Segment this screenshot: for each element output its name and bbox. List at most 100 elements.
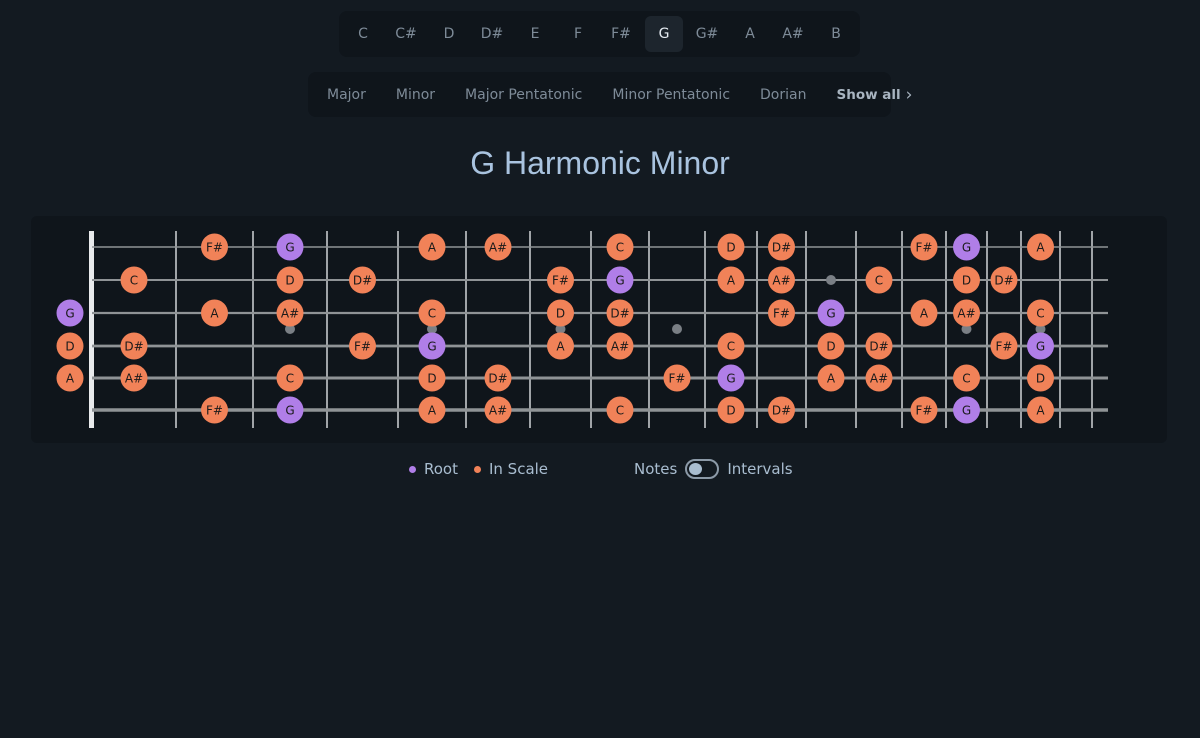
key-button[interactable]: D# (473, 16, 511, 52)
scale-note[interactable]: A# (484, 396, 512, 424)
key-button[interactable]: D (430, 16, 468, 52)
scale-note[interactable]: C (1027, 299, 1054, 327)
root-note[interactable]: G (953, 396, 980, 424)
scale-note[interactable]: A# (768, 266, 795, 294)
note-label: G (285, 404, 294, 418)
scale-note[interactable]: D (717, 233, 745, 261)
scale-button[interactable]: Major (312, 77, 381, 113)
note-label: D# (772, 404, 791, 418)
scale-note[interactable]: A (547, 332, 574, 360)
scale-note[interactable]: D# (865, 332, 893, 360)
scale-note[interactable]: F# (910, 396, 938, 424)
scale-note[interactable]: A (910, 299, 938, 327)
note-label: C (428, 307, 436, 321)
scale-note[interactable]: A (418, 396, 446, 424)
scale-note[interactable]: F# (910, 233, 938, 261)
scale-note[interactable]: A (418, 233, 446, 261)
scale-note[interactable]: F# (349, 332, 376, 360)
fretboard: F# G A A# C D D# F# G A C D D# F# G A A# C D D# G A A# C D D# F# G A… (56, 231, 1108, 428)
key-button[interactable]: E (516, 16, 554, 52)
root-note[interactable]: G (606, 266, 634, 294)
key-button[interactable]: C (344, 16, 382, 52)
scale-note[interactable]: D (56, 332, 84, 360)
scale-button[interactable]: Minor (381, 77, 450, 113)
key-button[interactable]: A# (774, 16, 812, 52)
scale-note[interactable]: D (717, 396, 745, 424)
key-button[interactable]: B (817, 16, 855, 52)
key-button[interactable]: A (731, 16, 769, 52)
root-note[interactable]: G (817, 299, 845, 327)
note-label: A (428, 241, 437, 255)
key-button[interactable]: F# (602, 16, 640, 52)
root-note[interactable]: G (717, 364, 745, 392)
scale-note[interactable]: C (606, 233, 634, 261)
scale-note[interactable]: D# (606, 299, 634, 327)
scale-note[interactable]: C (953, 364, 980, 392)
scale-note[interactable]: A (201, 299, 228, 327)
scale-note[interactable]: D# (768, 233, 795, 261)
note-label: D# (610, 307, 629, 321)
scale-button[interactable]: Dorian (745, 77, 821, 113)
scale-note[interactable]: A (1027, 396, 1054, 424)
note-label: A# (489, 404, 507, 418)
scale-note[interactable]: C (717, 332, 745, 360)
root-note[interactable]: G (276, 396, 304, 424)
show-all-label: Show all (836, 86, 901, 103)
scale-note[interactable]: C (120, 266, 148, 294)
scale-note[interactable]: D# (349, 266, 376, 294)
note-label: A (727, 274, 736, 288)
scale-note[interactable]: F# (201, 233, 228, 261)
note-label: D (285, 274, 294, 288)
key-selector: C C# D D# E F F# G G# A A# B (339, 11, 860, 57)
scale-note[interactable]: D (547, 299, 574, 327)
scale-note[interactable]: F# (663, 364, 691, 392)
scale-note[interactable]: A# (120, 364, 148, 392)
scale-note[interactable]: D (953, 266, 980, 294)
note-label: D (1036, 372, 1045, 386)
scale-note[interactable]: D# (990, 266, 1018, 294)
root-note[interactable]: G (1027, 332, 1054, 360)
scale-note[interactable]: F# (547, 266, 574, 294)
note-label: C (286, 372, 294, 386)
note-label: G (285, 241, 294, 255)
scale-note[interactable]: D (817, 332, 845, 360)
scale-note[interactable]: C (865, 266, 893, 294)
scale-note[interactable]: A (817, 364, 845, 392)
scale-note[interactable]: C (418, 299, 446, 327)
scale-note[interactable]: F# (768, 299, 795, 327)
scale-note[interactable]: D (418, 364, 446, 392)
root-note[interactable]: G (418, 332, 446, 360)
scale-note[interactable]: D# (484, 364, 512, 392)
scale-button[interactable]: Major Pentatonic (450, 77, 597, 113)
scale-note[interactable]: A# (606, 332, 634, 360)
key-button[interactable]: C# (387, 16, 425, 52)
scale-note[interactable]: A (56, 364, 84, 392)
scale-note[interactable]: D# (768, 396, 795, 424)
note-label: A (1036, 241, 1045, 255)
scale-note[interactable]: A# (953, 299, 980, 327)
notes-intervals-toggle[interactable] (685, 459, 720, 479)
root-note[interactable]: G (56, 299, 84, 327)
key-button[interactable]: G# (688, 16, 726, 52)
scale-note[interactable]: D (276, 266, 304, 294)
note-label: C (962, 372, 970, 386)
scale-note[interactable]: F# (201, 396, 228, 424)
scale-note[interactable]: A# (276, 299, 304, 327)
root-note[interactable]: G (276, 233, 304, 261)
scale-button[interactable]: Minor Pentatonic (597, 77, 745, 113)
root-note[interactable]: G (953, 233, 980, 261)
note-label: F# (206, 404, 223, 418)
show-all-button[interactable]: Show all › (821, 77, 922, 113)
scale-note[interactable]: F# (990, 332, 1018, 360)
scale-note[interactable]: C (606, 396, 634, 424)
scale-note[interactable]: C (276, 364, 304, 392)
scale-note[interactable]: A# (484, 233, 512, 261)
key-button[interactable]: F (559, 16, 597, 52)
scale-note[interactable]: D# (120, 332, 148, 360)
scale-note[interactable]: D (1027, 364, 1054, 392)
note-label: A (1036, 404, 1045, 418)
key-button[interactable]: G (645, 16, 683, 52)
scale-note[interactable]: A# (865, 364, 893, 392)
scale-note[interactable]: A (1027, 233, 1054, 261)
scale-note[interactable]: A (717, 266, 745, 294)
